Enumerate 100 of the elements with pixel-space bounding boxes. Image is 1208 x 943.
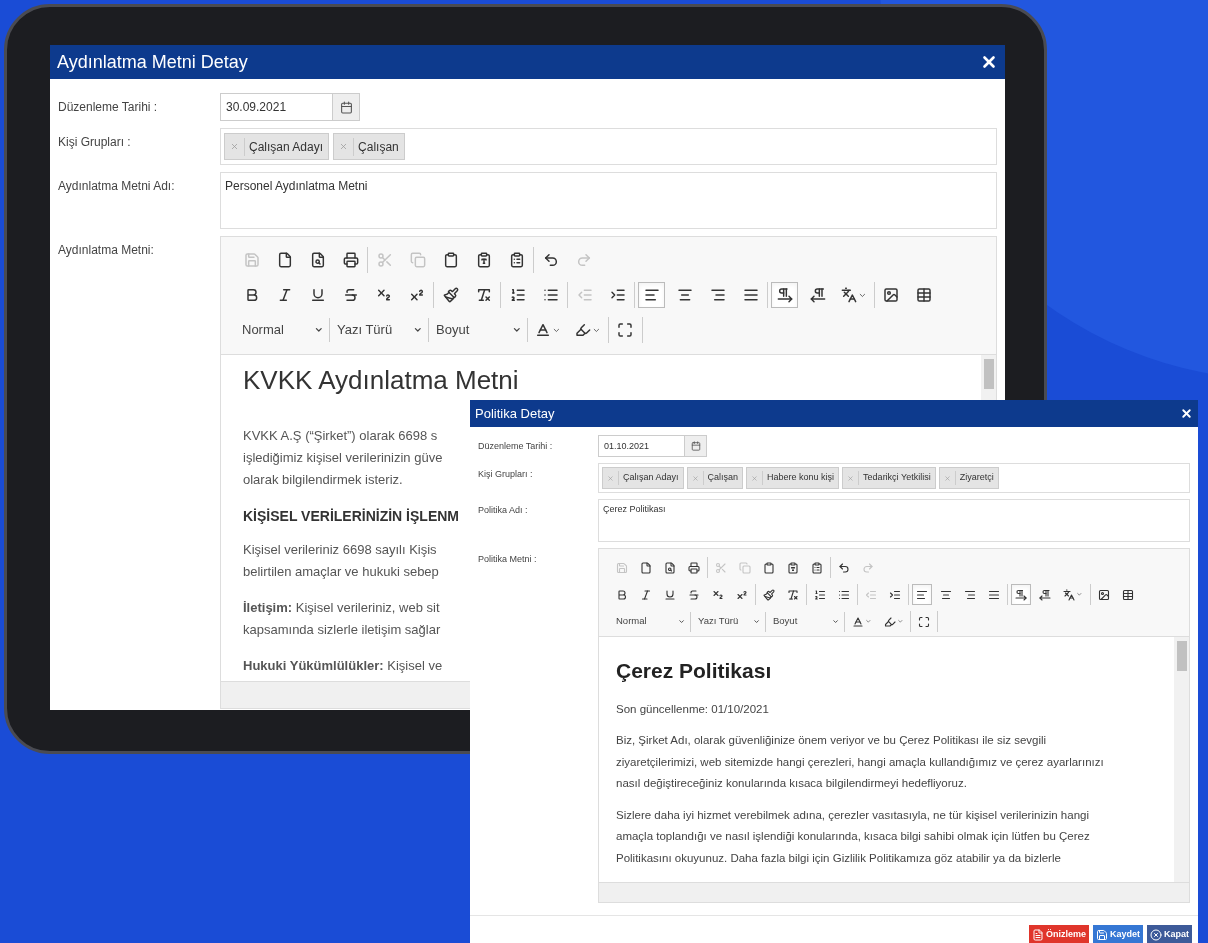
maximize-icon [918, 615, 931, 628]
superscript-icon [736, 588, 748, 601]
superscript-icon [408, 287, 425, 303]
align-left-icon [916, 588, 928, 601]
calendar-button[interactable] [333, 93, 360, 121]
indent-icon [609, 287, 626, 303]
redo-icon [862, 561, 874, 574]
bold-icon [616, 588, 628, 601]
heading: KVKK Aydınlatma Metni [243, 365, 519, 395]
calendar-icon [339, 100, 353, 114]
paragraph: İletişim: Kişisel verileriniz, web sit kapsamında sizlerle iletişim sağlar [243, 599, 441, 639]
dialog-title: Politika Detay [475, 404, 555, 423]
footer-button[interactable]: Önizleme [1028, 925, 1089, 943]
clipboard-list-icon [508, 252, 525, 268]
highlighter-icon [574, 322, 591, 338]
underline-icon [664, 588, 676, 601]
pilcrow-right-icon [1015, 588, 1027, 601]
tag-chip[interactable]: Çalışan [333, 133, 405, 160]
strikethrough-icon [688, 588, 700, 601]
align-left-icon [643, 287, 660, 303]
remove-format-icon [787, 588, 799, 601]
printer-icon [342, 252, 359, 268]
caret-icon [896, 618, 904, 625]
dropdown-select[interactable]: Yazı Türü [694, 611, 762, 632]
clipboard-text-icon [787, 561, 799, 574]
tag-field[interactable]: Çalışan Adayı Çalışan Habere konu kişi Tedarikçi Yetkilisi Ziyaretçi [598, 463, 1190, 493]
footer-button[interactable]: Kapat [1147, 925, 1192, 943]
name-field[interactable]: Personel Aydınlatma Metni [220, 172, 997, 229]
tag-chip[interactable]: Habere konu kişi [746, 467, 840, 489]
bullet-list-icon [542, 287, 559, 303]
dropdown-select[interactable]: Normal [238, 318, 326, 342]
dialog-title: Aydınlatma Metni Detay [57, 50, 248, 74]
copy-icon [409, 252, 426, 268]
caret-icon [512, 325, 522, 335]
tag-chip[interactable]: Tedarikçi Yetkilisi [842, 467, 936, 489]
circle-x-icon [1150, 929, 1162, 941]
align-right-icon [709, 287, 726, 303]
page-icon [276, 252, 293, 268]
clipboard-text-icon [475, 252, 492, 268]
align-center-icon [676, 287, 693, 303]
remove-format-icon [475, 287, 492, 303]
subscript-icon [375, 287, 392, 303]
file-icon [1031, 929, 1044, 941]
caret-icon [677, 617, 685, 626]
caret-icon [413, 325, 423, 335]
pilcrow-left-icon [809, 287, 826, 303]
paragraph: Sizlere daha iyi hizmet verebilmek adına, çerezler vasıtasıyla, ne tür kişisel verilerinizin hangi amaçla toplandığı ve nasıl işlendiği konularında, kısaca bilgi sahibi olmak için lütfen bu Çerez Politikasını okuyunuz. Daha fazla bilgi için Gizlilik Politikamıza göz atabilir ya da bizlerle [616, 807, 1090, 866]
image-icon [883, 287, 900, 303]
table-icon [1121, 588, 1134, 601]
tag-field[interactable]: Çalışan Adayı Çalışan [220, 128, 997, 165]
toolbar-button[interactable] [638, 282, 665, 308]
field-label: Politika Adı : [478, 504, 529, 517]
redo-icon [575, 252, 592, 268]
highlighter-icon [883, 615, 896, 628]
page-magnifier-icon [309, 252, 326, 268]
strikethrough-icon [342, 287, 359, 303]
printer-icon [688, 561, 700, 574]
dropdown-select[interactable]: Yazı Türü [333, 318, 425, 342]
heading: Çerez Politikası [616, 658, 772, 684]
tag-chip[interactable]: Çalışan [686, 467, 744, 489]
date-field[interactable]: 30.09.2021 [220, 93, 333, 121]
scissors-icon [376, 252, 393, 268]
align-justify-icon [742, 287, 759, 303]
caret-icon [831, 617, 839, 626]
paragraph: Son güncellenme: 01/10/2021 [616, 701, 769, 717]
dropdown-select[interactable]: Boyut [769, 611, 841, 632]
field-label: Kişi Grupları : [478, 468, 534, 481]
text-color-icon [852, 615, 864, 628]
name-field[interactable]: Çerez Politikası [598, 499, 1190, 542]
close-icon[interactable] [1180, 407, 1193, 420]
align-justify-icon [988, 588, 1000, 601]
maximize-icon [617, 322, 634, 338]
field-label: Kişi Grupları : [58, 134, 132, 151]
align-center-icon [940, 588, 952, 601]
footer-button[interactable]: Kaydet [1092, 925, 1143, 943]
toolbar-button[interactable] [1011, 584, 1031, 605]
close-icon[interactable] [980, 53, 998, 71]
dropdown-select[interactable]: Normal [612, 611, 687, 632]
calendar-icon [690, 441, 701, 451]
dropdown-select[interactable]: Boyut [432, 318, 524, 342]
undo-icon [542, 252, 559, 268]
date-field[interactable]: 01.10.2021 [598, 435, 685, 457]
outdent-icon [576, 287, 593, 303]
undo-icon [838, 561, 850, 574]
caret-icon [314, 325, 324, 335]
page-icon [640, 561, 652, 574]
toolbar-button[interactable] [912, 584, 932, 605]
field-label: Aydınlatma Metni Adı: [58, 178, 176, 195]
clipboard-list-icon [811, 561, 823, 574]
copy-icon [739, 561, 751, 574]
table-icon [916, 287, 933, 303]
subscript-icon [712, 588, 724, 601]
italic-icon [640, 588, 652, 601]
calendar-button[interactable] [685, 435, 707, 457]
toolbar-button[interactable] [771, 282, 798, 308]
tag-chip[interactable]: Çalışan Adayı [224, 133, 330, 160]
tag-chip[interactable]: Ziyaretçi [938, 467, 999, 489]
paintbrush-icon [763, 588, 775, 601]
text-color-icon [535, 322, 551, 338]
tag-chip[interactable]: Çalışan Adayı [602, 467, 684, 489]
